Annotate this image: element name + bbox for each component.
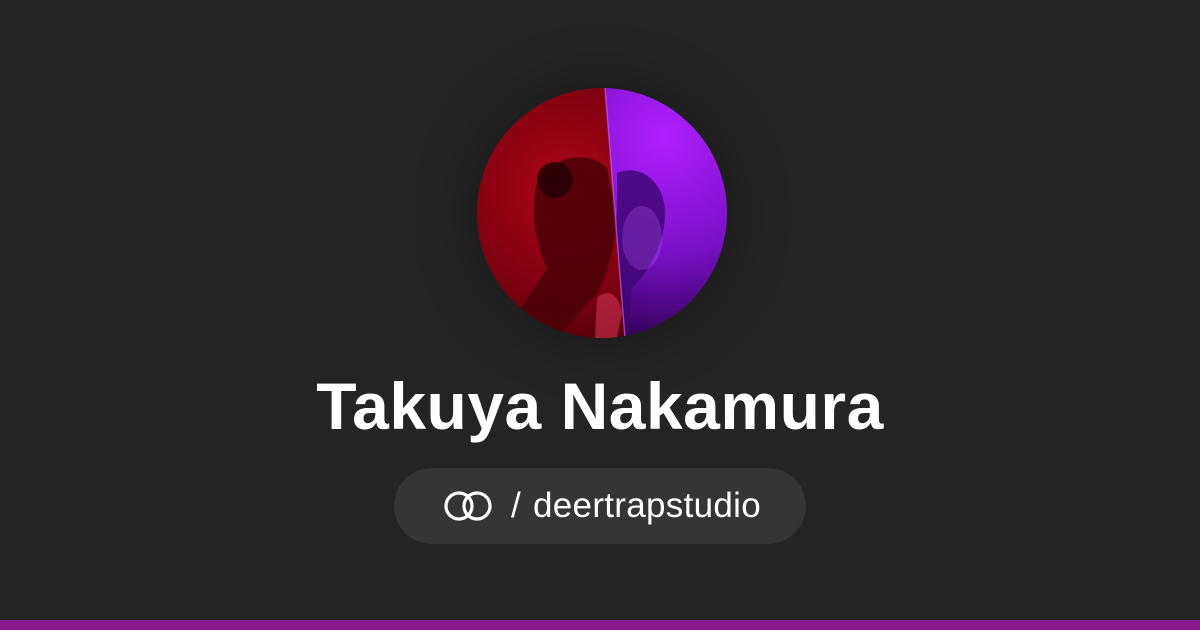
avatar [477,88,727,338]
handle-link[interactable]: / deertrapstudio [394,468,806,544]
handle-text: deertrapstudio [533,486,761,525]
handle-content: / deertrapstudio [439,486,761,526]
avatar-photo [477,88,727,338]
handle-separator: / [511,486,522,525]
accent-bar [0,620,1200,630]
profile-card: Takuya Nakamura / deertrapstudio [0,0,1200,630]
profile-name: Takuya Nakamura [316,369,884,443]
linked-rings-icon [444,491,492,521]
